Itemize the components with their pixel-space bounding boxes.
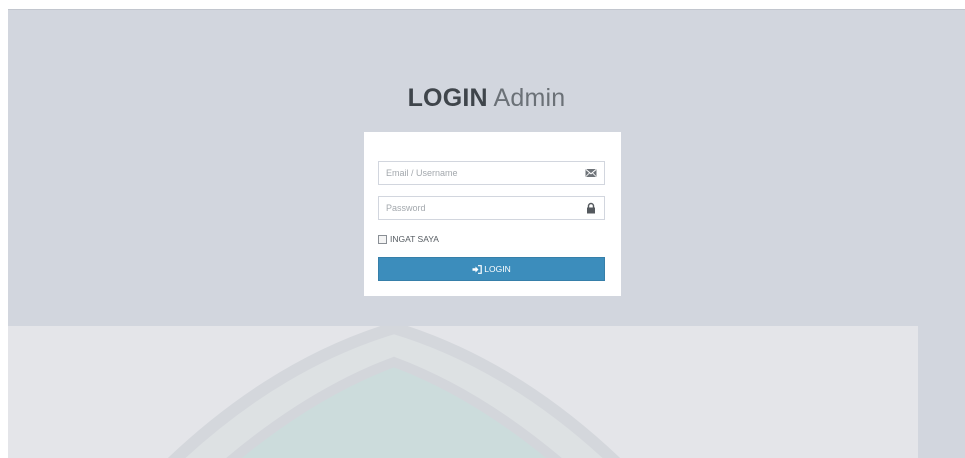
- login-page: LOGIN Admin INGAT SAYA: [8, 9, 965, 458]
- password-input[interactable]: [379, 197, 576, 219]
- lock-icon: [587, 202, 595, 214]
- page-title-light: Admin: [493, 84, 566, 112]
- page-title: LOGIN Admin: [8, 84, 965, 113]
- sign-in-icon: [472, 264, 483, 274]
- watermark-emblem: [167, 326, 621, 458]
- email-field[interactable]: [378, 161, 605, 185]
- password-field[interactable]: [378, 196, 605, 220]
- envelope-icon: [585, 169, 597, 177]
- page-title-bold: LOGIN: [407, 84, 488, 112]
- login-box: INGAT SAYA LOGIN: [364, 132, 621, 296]
- remember-me[interactable]: INGAT SAYA: [378, 233, 439, 245]
- background-panel: [8, 326, 918, 458]
- remember-label: INGAT SAYA: [390, 234, 439, 244]
- login-button[interactable]: LOGIN: [378, 257, 605, 281]
- login-button-label: LOGIN: [484, 264, 511, 274]
- email-input[interactable]: [379, 162, 576, 184]
- remember-checkbox[interactable]: [378, 234, 387, 244]
